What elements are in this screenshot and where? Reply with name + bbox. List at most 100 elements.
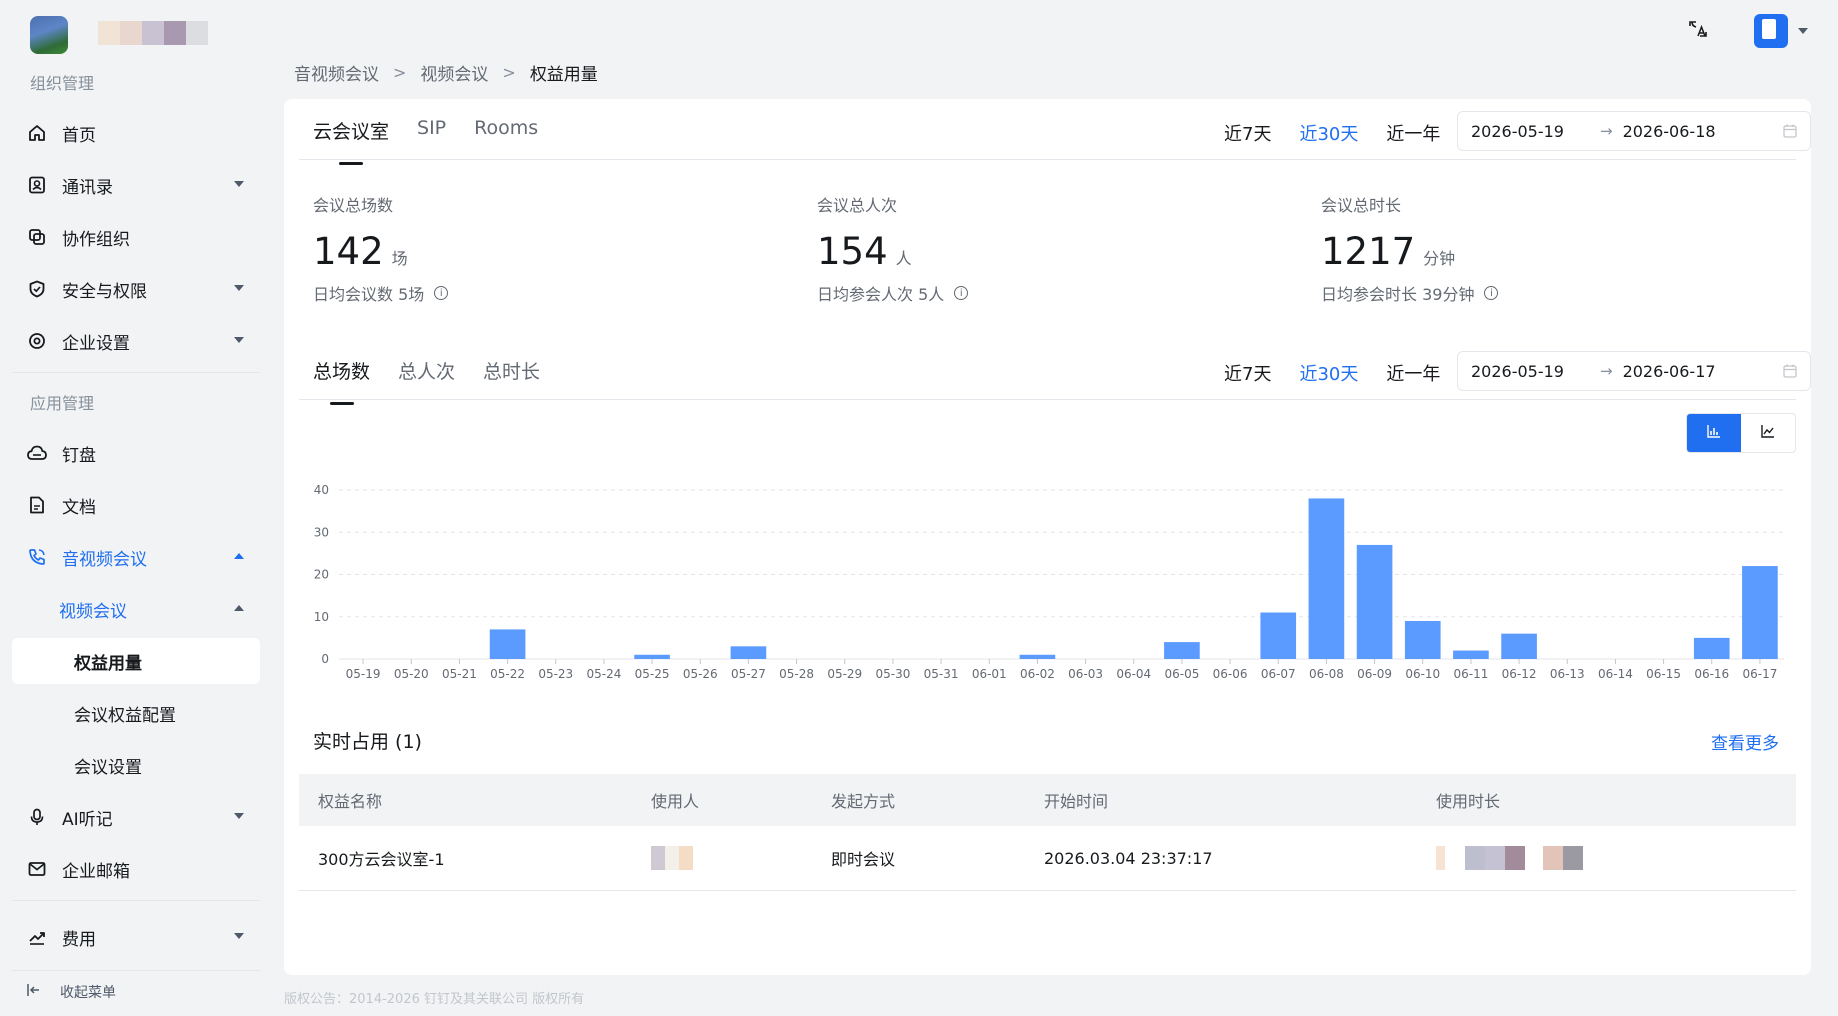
sidebar-item-drive[interactable]: 钉盘 <box>12 430 260 476</box>
tab-rooms[interactable]: Rooms <box>474 117 538 144</box>
stat-unit: 人 <box>895 249 912 268</box>
chevron-down-icon[interactable] <box>1798 28 1808 34</box>
y-tick-label: 20 <box>314 568 329 582</box>
chart-bar <box>634 654 670 659</box>
main-card: 云会议室 SIP Rooms 近7天 近30天 近一年 2026-05-19 →… <box>284 99 1811 975</box>
sidebar-divider <box>12 900 260 901</box>
breadcrumb-item-video[interactable]: 视频会议 <box>420 60 488 85</box>
sidebar-item-label: 企业邮箱 <box>62 861 130 882</box>
top-date-range-picker[interactable]: 2026-05-19 → 2026-06-18 <box>1457 111 1811 151</box>
sidebar-item-ai-notes[interactable]: AI听记 <box>12 794 260 840</box>
x-tick-label: 06-17 <box>1742 667 1777 681</box>
stat-sub: 日均会议数 5场 <box>313 285 425 304</box>
room-type-tabs: 云会议室 SIP Rooms <box>313 117 566 144</box>
info-icon[interactable]: i <box>434 286 449 300</box>
sidebar-item-label: 会议设置 <box>74 757 142 778</box>
tab-total-attendees[interactable]: 总人次 <box>398 357 455 384</box>
chevron-up-icon <box>234 553 244 559</box>
x-tick-label: 06-03 <box>1068 667 1103 681</box>
x-tick-label: 05-31 <box>924 667 959 681</box>
sidebar-item-label: 协作组织 <box>62 229 130 250</box>
section-app-title: 应用管理 <box>30 394 95 413</box>
x-tick-label: 06-13 <box>1550 667 1585 681</box>
org-logo[interactable] <box>30 16 68 54</box>
stat-sub: 日均参会时长 39分钟 <box>1321 285 1475 304</box>
x-tick-label: 06-08 <box>1309 667 1344 681</box>
home-icon <box>26 122 48 144</box>
tab-cloud-room[interactable]: 云会议室 <box>313 117 389 144</box>
sidebar-item-rights-config[interactable]: 会议权益配置 <box>12 690 260 736</box>
x-tick-label: 06-10 <box>1405 667 1440 681</box>
cell-method: 即时会议 <box>831 850 896 869</box>
chart-bar <box>1308 498 1345 659</box>
tab-total-meetings[interactable]: 总场数 <box>313 357 370 384</box>
sidebar-item-av-meeting[interactable]: 音视频会议 <box>12 534 260 580</box>
chevron-down-icon <box>234 337 244 343</box>
range-30d[interactable]: 近30天 <box>1299 120 1358 146</box>
stat-value: 142 <box>313 230 384 273</box>
section-org-title: 组织管理 <box>30 74 95 93</box>
chevron-down-icon <box>234 813 244 819</box>
chart-metric-tabs: 总场数 总人次 总时长 <box>313 357 568 384</box>
sidebar-item-mail[interactable]: 企业邮箱 <box>12 846 260 892</box>
chart-svg: 0 10 20 30 40 05-19 05-20 05-21 05-22 05-23 05-24 0… <box>314 483 1784 681</box>
stat-unit: 场 <box>391 249 408 268</box>
stat-title: 会议总场数 <box>313 196 394 215</box>
chart-range-selector: 近7天 近30天 近一年 <box>1224 360 1468 386</box>
shield-icon <box>26 278 48 300</box>
tab-sip[interactable]: SIP <box>417 117 446 144</box>
x-tick-label: 06-06 <box>1213 667 1248 681</box>
info-icon[interactable]: i <box>954 286 969 300</box>
collapse-menu-label: 收起菜单 <box>60 985 116 1001</box>
sidebar-item-fees[interactable]: 费用 <box>12 914 260 960</box>
sidebar-item-contacts[interactable]: 通讯录 <box>12 162 260 208</box>
info-icon[interactable]: i <box>1484 286 1499 300</box>
x-tick-label: 06-01 <box>972 667 1007 681</box>
x-tick-label: 06-04 <box>1116 667 1151 681</box>
chevron-down-icon <box>234 181 244 187</box>
view-more-link[interactable]: 查看更多 <box>1711 729 1779 754</box>
collapse-menu-button[interactable]: 收起菜单 <box>26 982 116 1002</box>
table-row[interactable]: 300方云会议室-1 即时会议 2026.03.04 23:37:17 <box>299 826 1796 891</box>
sidebar-item-rights-usage[interactable]: 权益用量 <box>12 638 260 684</box>
sidebar-item-meeting-settings[interactable]: 会议设置 <box>12 742 260 788</box>
org-name-redacted <box>98 21 208 45</box>
chart-bar <box>1260 612 1297 659</box>
sidebar-item-home[interactable]: 首页 <box>12 110 260 156</box>
sidebar-item-video-meeting[interactable]: 视频会议 <box>12 586 260 632</box>
table-header: 权益名称 使用人 发起方式 开始时间 使用时长 <box>299 774 1796 826</box>
chart-bar <box>489 629 526 659</box>
tab-total-duration[interactable]: 总时长 <box>483 357 540 384</box>
breadcrumb-item-av[interactable]: 音视频会议 <box>294 60 379 85</box>
chevron-down-icon <box>234 933 244 939</box>
chart-bar <box>1356 544 1393 659</box>
range-7d[interactable]: 近7天 <box>1224 120 1271 146</box>
x-tick-label: 05-19 <box>346 667 381 681</box>
end-date: 2026-06-18 <box>1622 121 1716 141</box>
range-7d[interactable]: 近7天 <box>1224 360 1271 386</box>
translate-button[interactable] <box>1682 15 1714 47</box>
x-tick-label: 05-29 <box>827 667 862 681</box>
settings-icon <box>26 330 48 352</box>
range-1y[interactable]: 近一年 <box>1386 120 1440 146</box>
sidebar-item-enterprise-settings[interactable]: 企业设置 <box>12 318 260 364</box>
sidebar-item-label: 钉盘 <box>62 445 96 466</box>
sidebar-item-security[interactable]: 安全与权限 <box>12 266 260 312</box>
range-30d[interactable]: 近30天 <box>1299 360 1358 386</box>
sidebar-item-collab[interactable]: 协作组织 <box>12 214 260 260</box>
avatar[interactable] <box>1754 14 1788 48</box>
range-1y[interactable]: 近一年 <box>1386 360 1440 386</box>
end-date: 2026-06-17 <box>1622 361 1716 381</box>
chart-bar <box>1404 620 1441 659</box>
chevron-up-icon <box>234 605 244 611</box>
sidebar-item-label: 视频会议 <box>59 601 127 622</box>
chart-date-range-picker[interactable]: 2026-05-19 → 2026-06-17 <box>1457 351 1811 391</box>
x-tick-label: 06-15 <box>1646 667 1681 681</box>
start-date: 2026-05-19 <box>1471 361 1564 381</box>
chevron-right-icon: > <box>502 63 516 82</box>
sidebar-item-docs[interactable]: 文档 <box>12 482 260 528</box>
chart-bar <box>1742 566 1778 659</box>
x-tick-label: 05-21 <box>442 667 477 681</box>
tabs-divider <box>299 159 1796 160</box>
stat-total-duration: 会议总时长 1217 分钟 日均参会时长 39分钟 i <box>1321 192 1499 305</box>
